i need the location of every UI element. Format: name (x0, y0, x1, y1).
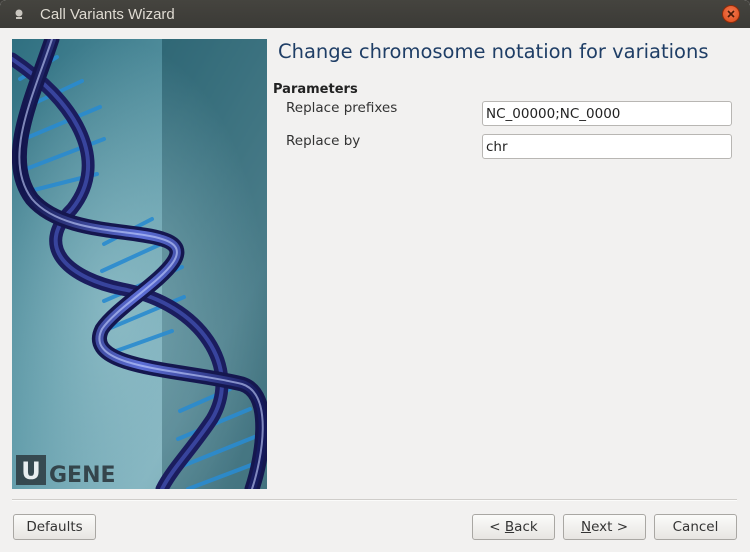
close-button[interactable] (722, 5, 740, 23)
replace-by-input[interactable] (482, 134, 732, 159)
back-rest: ack (514, 519, 538, 535)
window-title: Call Variants Wizard (40, 6, 175, 23)
back-mnemonic: B (504, 519, 515, 535)
back-button[interactable]: < Back (472, 514, 555, 540)
wizard-window: Call Variants Wizard U GENE Change chrom… (0, 0, 750, 552)
cancel-button[interactable]: Cancel (654, 514, 737, 540)
replace-prefixes-label: Replace prefixes (286, 100, 398, 116)
defaults-button[interactable]: Defaults (13, 514, 96, 540)
close-icon (727, 10, 735, 18)
parameters-header: Parameters (273, 82, 358, 97)
title-bar[interactable]: Call Variants Wizard (0, 0, 750, 28)
page-title: Change chromosome notation for variation… (278, 40, 709, 63)
ugene-logo-text: GENE (49, 463, 116, 488)
next-mnemonic: N (580, 519, 592, 535)
next-rest: ext > (591, 519, 629, 535)
replace-prefixes-input[interactable] (482, 101, 732, 126)
dna-helix-image: U GENE (12, 39, 267, 489)
button-separator (12, 499, 737, 501)
next-button[interactable]: Next > (563, 514, 646, 540)
wizard-banner-image: U GENE (12, 39, 267, 489)
app-icon (15, 9, 23, 19)
back-prefix: < (489, 519, 505, 535)
replace-by-label: Replace by (286, 133, 361, 149)
ugene-logo-letter: U (21, 457, 41, 485)
